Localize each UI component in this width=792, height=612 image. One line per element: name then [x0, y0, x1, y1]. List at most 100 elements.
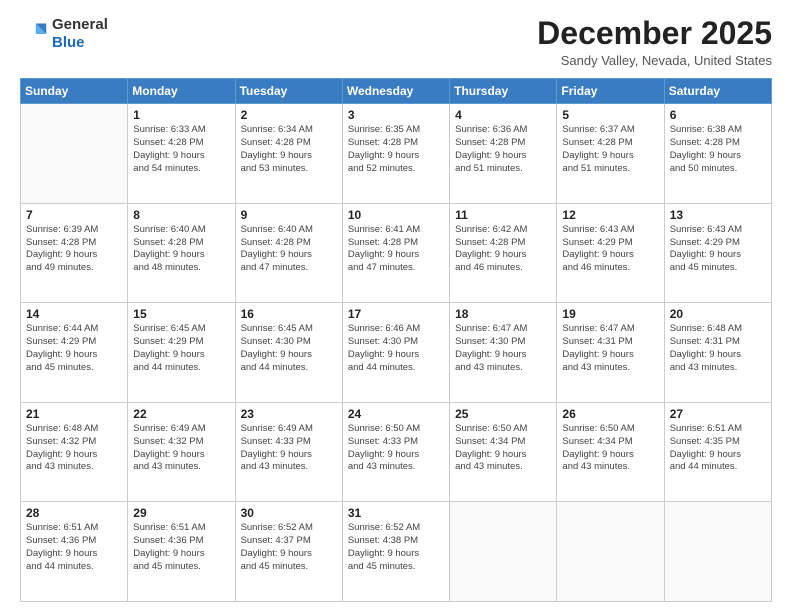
calendar-cell: 1 Sunrise: 6:33 AMSunset: 4:28 PMDaylight… [128, 104, 235, 204]
logo-blue: Blue [52, 34, 108, 52]
day-info: Sunrise: 6:33 AMSunset: 4:28 PMDaylight:… [133, 124, 229, 175]
calendar-cell: 8 Sunrise: 6:40 AMSunset: 4:28 PMDaylight… [128, 203, 235, 303]
day-info: Sunrise: 6:39 AMSunset: 4:28 PMDaylight:… [26, 224, 122, 275]
logo-general: General [52, 16, 108, 34]
day-info: Sunrise: 6:36 AMSunset: 4:28 PMDaylight:… [455, 124, 551, 175]
day-number: 21 [26, 407, 122, 421]
day-info: Sunrise: 6:42 AMSunset: 4:28 PMDaylight:… [455, 224, 551, 275]
month-title: December 2025 [537, 16, 772, 51]
day-number: 8 [133, 208, 229, 222]
calendar-cell [557, 502, 664, 602]
day-number: 9 [241, 208, 337, 222]
calendar-cell [21, 104, 128, 204]
day-info: Sunrise: 6:50 AMSunset: 4:34 PMDaylight:… [455, 423, 551, 474]
day-number: 2 [241, 108, 337, 122]
day-info: Sunrise: 6:46 AMSunset: 4:30 PMDaylight:… [348, 323, 444, 374]
day-header-friday: Friday [557, 79, 664, 104]
calendar-cell: 3 Sunrise: 6:35 AMSunset: 4:28 PMDaylight… [342, 104, 449, 204]
logo-icon [20, 20, 48, 48]
day-number: 30 [241, 506, 337, 520]
calendar-cell: 11 Sunrise: 6:42 AMSunset: 4:28 PMDayligh… [450, 203, 557, 303]
calendar-cell: 20 Sunrise: 6:48 AMSunset: 4:31 PMDayligh… [664, 303, 771, 403]
calendar-week-5: 28 Sunrise: 6:51 AMSunset: 4:36 PMDayligh… [21, 502, 772, 602]
day-number: 3 [348, 108, 444, 122]
day-header-wednesday: Wednesday [342, 79, 449, 104]
day-number: 12 [562, 208, 658, 222]
day-info: Sunrise: 6:52 AMSunset: 4:37 PMDaylight:… [241, 522, 337, 573]
day-number: 1 [133, 108, 229, 122]
calendar-week-2: 7 Sunrise: 6:39 AMSunset: 4:28 PMDaylight… [21, 203, 772, 303]
day-info: Sunrise: 6:43 AMSunset: 4:29 PMDaylight:… [562, 224, 658, 275]
day-info: Sunrise: 6:49 AMSunset: 4:32 PMDaylight:… [133, 423, 229, 474]
calendar-cell: 2 Sunrise: 6:34 AMSunset: 4:28 PMDaylight… [235, 104, 342, 204]
calendar-cell: 7 Sunrise: 6:39 AMSunset: 4:28 PMDaylight… [21, 203, 128, 303]
calendar-cell: 29Sunrise: 6:51 AMSunset: 4:36 PMDayligh… [128, 502, 235, 602]
day-info: Sunrise: 6:35 AMSunset: 4:28 PMDaylight:… [348, 124, 444, 175]
calendar-cell: 4 Sunrise: 6:36 AMSunset: 4:28 PMDaylight… [450, 104, 557, 204]
calendar-cell: 15Sunrise: 6:45 AMSunset: 4:29 PMDayligh… [128, 303, 235, 403]
calendar-cell: 28 Sunrise: 6:51 AMSunset: 4:36 PMDayligh… [21, 502, 128, 602]
day-header-monday: Monday [128, 79, 235, 104]
day-info: Sunrise: 6:51 AMSunset: 4:36 PMDaylight:… [26, 522, 122, 573]
day-info: Sunrise: 6:45 AMSunset: 4:29 PMDaylight:… [133, 323, 229, 374]
calendar-week-3: 14Sunrise: 6:44 AMSunset: 4:29 PMDayligh… [21, 303, 772, 403]
day-number: 28 [26, 506, 122, 520]
day-info: Sunrise: 6:37 AMSunset: 4:28 PMDaylight:… [562, 124, 658, 175]
day-number: 20 [670, 307, 766, 321]
title-block: December 2025 Sandy Valley, Nevada, Unit… [537, 16, 772, 68]
day-info: Sunrise: 6:51 AMSunset: 4:35 PMDaylight:… [670, 423, 766, 474]
calendar-cell: 19Sunrise: 6:47 AMSunset: 4:31 PMDayligh… [557, 303, 664, 403]
day-number: 23 [241, 407, 337, 421]
day-number: 13 [670, 208, 766, 222]
calendar-cell: 16Sunrise: 6:45 AMSunset: 4:30 PMDayligh… [235, 303, 342, 403]
calendar-cell: 24 Sunrise: 6:50 AMSunset: 4:33 PMDayligh… [342, 402, 449, 502]
day-number: 22 [133, 407, 229, 421]
day-info: Sunrise: 6:52 AMSunset: 4:38 PMDaylight:… [348, 522, 444, 573]
calendar-cell: 14Sunrise: 6:44 AMSunset: 4:29 PMDayligh… [21, 303, 128, 403]
page: General Blue December 2025 Sandy Valley,… [0, 0, 792, 612]
day-info: Sunrise: 6:48 AMSunset: 4:32 PMDaylight:… [26, 423, 122, 474]
day-info: Sunrise: 6:38 AMSunset: 4:28 PMDaylight:… [670, 124, 766, 175]
location: Sandy Valley, Nevada, United States [537, 53, 772, 68]
calendar-cell: 13Sunrise: 6:43 AMSunset: 4:29 PMDayligh… [664, 203, 771, 303]
day-info: Sunrise: 6:40 AMSunset: 4:28 PMDaylight:… [133, 224, 229, 275]
calendar-cell: 6 Sunrise: 6:38 AMSunset: 4:28 PMDaylight… [664, 104, 771, 204]
day-info: Sunrise: 6:41 AMSunset: 4:28 PMDaylight:… [348, 224, 444, 275]
day-header-thursday: Thursday [450, 79, 557, 104]
calendar-week-1: 1 Sunrise: 6:33 AMSunset: 4:28 PMDaylight… [21, 104, 772, 204]
day-number: 18 [455, 307, 551, 321]
logo: General Blue [20, 16, 108, 52]
day-header-saturday: Saturday [664, 79, 771, 104]
calendar-cell: 18Sunrise: 6:47 AMSunset: 4:30 PMDayligh… [450, 303, 557, 403]
calendar-cell: 10 Sunrise: 6:41 AMSunset: 4:28 PMDayligh… [342, 203, 449, 303]
logo-text: General Blue [52, 16, 108, 52]
header: General Blue December 2025 Sandy Valley,… [20, 16, 772, 68]
day-info: Sunrise: 6:44 AMSunset: 4:29 PMDaylight:… [26, 323, 122, 374]
calendar-cell: 30 Sunrise: 6:52 AMSunset: 4:37 PMDayligh… [235, 502, 342, 602]
calendar-cell: 21 Sunrise: 6:48 AMSunset: 4:32 PMDayligh… [21, 402, 128, 502]
day-number: 7 [26, 208, 122, 222]
day-info: Sunrise: 6:40 AMSunset: 4:28 PMDaylight:… [241, 224, 337, 275]
day-info: Sunrise: 6:49 AMSunset: 4:33 PMDaylight:… [241, 423, 337, 474]
day-number: 31 [348, 506, 444, 520]
day-number: 24 [348, 407, 444, 421]
calendar-cell: 12 Sunrise: 6:43 AMSunset: 4:29 PMDayligh… [557, 203, 664, 303]
calendar-cell: 25Sunrise: 6:50 AMSunset: 4:34 PMDayligh… [450, 402, 557, 502]
calendar-cell: 23 Sunrise: 6:49 AMSunset: 4:33 PMDayligh… [235, 402, 342, 502]
calendar-cell: 5 Sunrise: 6:37 AMSunset: 4:28 PMDaylight… [557, 104, 664, 204]
day-number: 6 [670, 108, 766, 122]
day-info: Sunrise: 6:48 AMSunset: 4:31 PMDaylight:… [670, 323, 766, 374]
day-info: Sunrise: 6:50 AMSunset: 4:33 PMDaylight:… [348, 423, 444, 474]
calendar-cell [450, 502, 557, 602]
day-number: 10 [348, 208, 444, 222]
day-number: 4 [455, 108, 551, 122]
day-number: 16 [241, 307, 337, 321]
day-info: Sunrise: 6:50 AMSunset: 4:34 PMDaylight:… [562, 423, 658, 474]
day-number: 29 [133, 506, 229, 520]
day-number: 11 [455, 208, 551, 222]
day-number: 27 [670, 407, 766, 421]
calendar-cell: 22 Sunrise: 6:49 AMSunset: 4:32 PMDayligh… [128, 402, 235, 502]
day-number: 5 [562, 108, 658, 122]
day-header-tuesday: Tuesday [235, 79, 342, 104]
day-info: Sunrise: 6:34 AMSunset: 4:28 PMDaylight:… [241, 124, 337, 175]
